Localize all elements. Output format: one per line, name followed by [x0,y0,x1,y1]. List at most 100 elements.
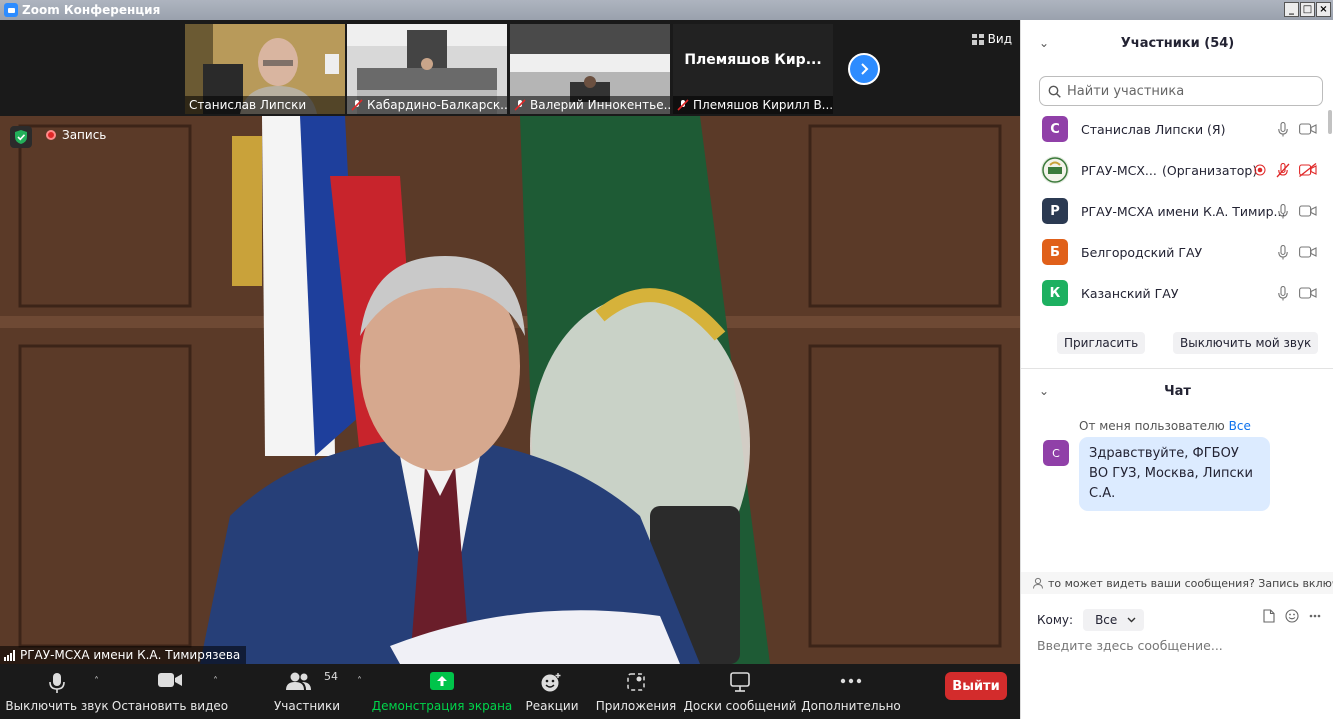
avatar: Р [1042,198,1068,224]
chat-message[interactable]: Здравствуйте, ФГБОУ ВО ГУЗ, Москва, Липс… [1079,437,1270,511]
share-screen-label: Демонстрация экрана [371,699,513,713]
participant-thumbnail[interactable]: Валерий Иннокентье... [510,24,670,114]
video-camera-icon[interactable] [1299,205,1317,217]
chat-tools [1263,609,1321,623]
grid-view-icon [971,33,984,45]
chevron-right-icon [861,63,869,75]
participant-search[interactable] [1039,76,1323,106]
avatar [1041,156,1069,184]
participants-title: Участники (54) [1120,36,1235,51]
participant-thumbnail[interactable]: Племяшов Кир... Племяшов Кирилл В... [673,24,833,114]
stop-video-button[interactable]: Остановить видео [112,664,228,719]
avatar: С [1043,440,1069,466]
participants-scrollbar[interactable] [1328,110,1332,134]
participant-thumbnail[interactable]: Кабардино-Балкарск... [347,24,507,114]
mic-muted-icon [351,99,363,111]
mute-me-button[interactable]: Выключить мой звук [1173,332,1319,354]
active-speaker-label: РГАУ-МСХА имени К.А. Тимирязева [0,646,247,664]
thumbnail-name-text: Станислав Липски [189,98,307,112]
recording-label: Запись [62,128,107,142]
participant-row[interactable]: РГАУ-МСХ... (Организатор) [1021,150,1326,190]
participants-label: Участники [273,699,341,713]
participant-row[interactable]: Б Белгородский ГАУ [1021,232,1326,272]
chat-recipient-link[interactable]: Все [1229,419,1251,433]
view-label: Вид [987,32,1012,46]
video-off-icon[interactable] [1299,163,1317,177]
view-button[interactable]: Вид [971,32,1012,46]
invite-button[interactable]: Пригласить [1057,332,1146,354]
maximize-button[interactable]: □ [1300,2,1315,17]
participant-row[interactable]: С Станислав Липски (Я) [1021,109,1326,149]
participants-count: 54 [324,670,338,683]
emoji-icon[interactable] [1285,609,1299,623]
file-icon[interactable] [1263,609,1275,623]
chat-title: Чат [1164,384,1191,399]
participant-name: РГАУ-МСХ... [1081,162,1157,178]
participant-name: Казанский ГАУ [1081,285,1179,301]
chevron-down-icon [1127,617,1136,623]
microphone-icon[interactable] [1278,203,1288,219]
participant-row[interactable]: К Казанский ГАУ [1021,273,1326,313]
chat-visibility-notice[interactable]: то может видеть ваши сообщения? Запись в… [1021,572,1333,594]
next-page-button[interactable] [848,53,880,85]
recording-indicator[interactable]: Запись [46,128,106,142]
user-icon [1033,577,1043,589]
more-dots-icon [840,678,862,684]
chat-message-input[interactable] [1037,638,1317,653]
security-shield-icon[interactable] [10,126,32,148]
title-bar: Zoom Конференция _ □ × [0,0,1333,20]
leave-button[interactable]: Выйти [945,672,1007,700]
thumbnail-name: Кабардино-Балкарск... [347,96,507,114]
more-button[interactable]: Дополнительно [801,664,901,719]
mic-muted-icon[interactable] [1276,162,1290,178]
avatar: С [1042,116,1068,142]
mute-button[interactable]: Выключить звук [5,664,109,719]
video-camera-icon[interactable] [1299,287,1317,299]
side-panel: ⌄ Участники (54) С Станислав Липски (Я) … [1020,20,1333,719]
panel-divider [1021,368,1333,369]
apps-icon [627,673,645,691]
video-options-chevron-icon[interactable]: ˄ [213,676,218,687]
close-button[interactable]: × [1316,2,1331,17]
video-camera-icon[interactable] [1299,123,1317,135]
reactions-button[interactable]: Реакции [525,664,579,719]
mic-muted-icon [677,99,689,111]
microphone-icon[interactable] [1278,121,1288,137]
participants-icon [286,672,311,690]
active-speaker-name: РГАУ-МСХА имени К.А. Тимирязева [20,648,241,662]
thumbnail-name-text: Племяшов Кирилл В... [693,98,833,112]
thumbnail-name: Валерий Иннокентье... [510,96,670,114]
chat-recipient-select[interactable]: Все [1083,609,1145,631]
participant-row[interactable]: Р РГАУ-МСХА имени К.А. Тимир... [1021,191,1326,231]
participant-thumbnail[interactable]: Станислав Липски [185,24,345,114]
more-dots-icon[interactable] [1309,614,1321,618]
whiteboard-icon [730,672,750,692]
apps-button[interactable]: Приложения [596,664,676,719]
participant-name: Белгородский ГАУ [1081,244,1203,260]
participant-name: Станислав Липски (Я) [1081,121,1226,137]
chat-sender-label: От меня пользователю [1079,419,1225,433]
search-icon [1048,85,1061,98]
microphone-icon[interactable] [1278,285,1288,301]
microphone-icon[interactable] [1278,244,1288,260]
minimize-button[interactable]: _ [1284,2,1299,17]
avatar: Б [1042,239,1068,265]
participant-search-input[interactable] [1067,83,1307,99]
connection-signal-icon [4,649,15,661]
whiteboards-button[interactable]: Доски сообщений [684,664,797,719]
participants-options-chevron-icon[interactable]: ˄ [357,676,362,687]
share-screen-icon [430,672,454,690]
reactions-label: Реакции [525,699,579,713]
zoom-logo-icon [4,3,18,17]
organization-logo-icon [1042,157,1068,183]
share-screen-button[interactable]: Демонстрация экрана [372,664,512,719]
chat-recipient-value: Все [1095,613,1118,627]
recording-dot-icon [46,130,56,140]
avatar: К [1042,280,1068,306]
video-camera-icon[interactable] [1299,246,1317,258]
window-controls: _ □ × [1284,2,1331,17]
mic-muted-icon [514,99,526,111]
thumbnail-display-name: Племяшов Кир... [684,52,822,68]
chat-message-meta: От меня пользователю Все [1079,419,1251,433]
audio-options-chevron-icon[interactable]: ˄ [94,676,99,687]
